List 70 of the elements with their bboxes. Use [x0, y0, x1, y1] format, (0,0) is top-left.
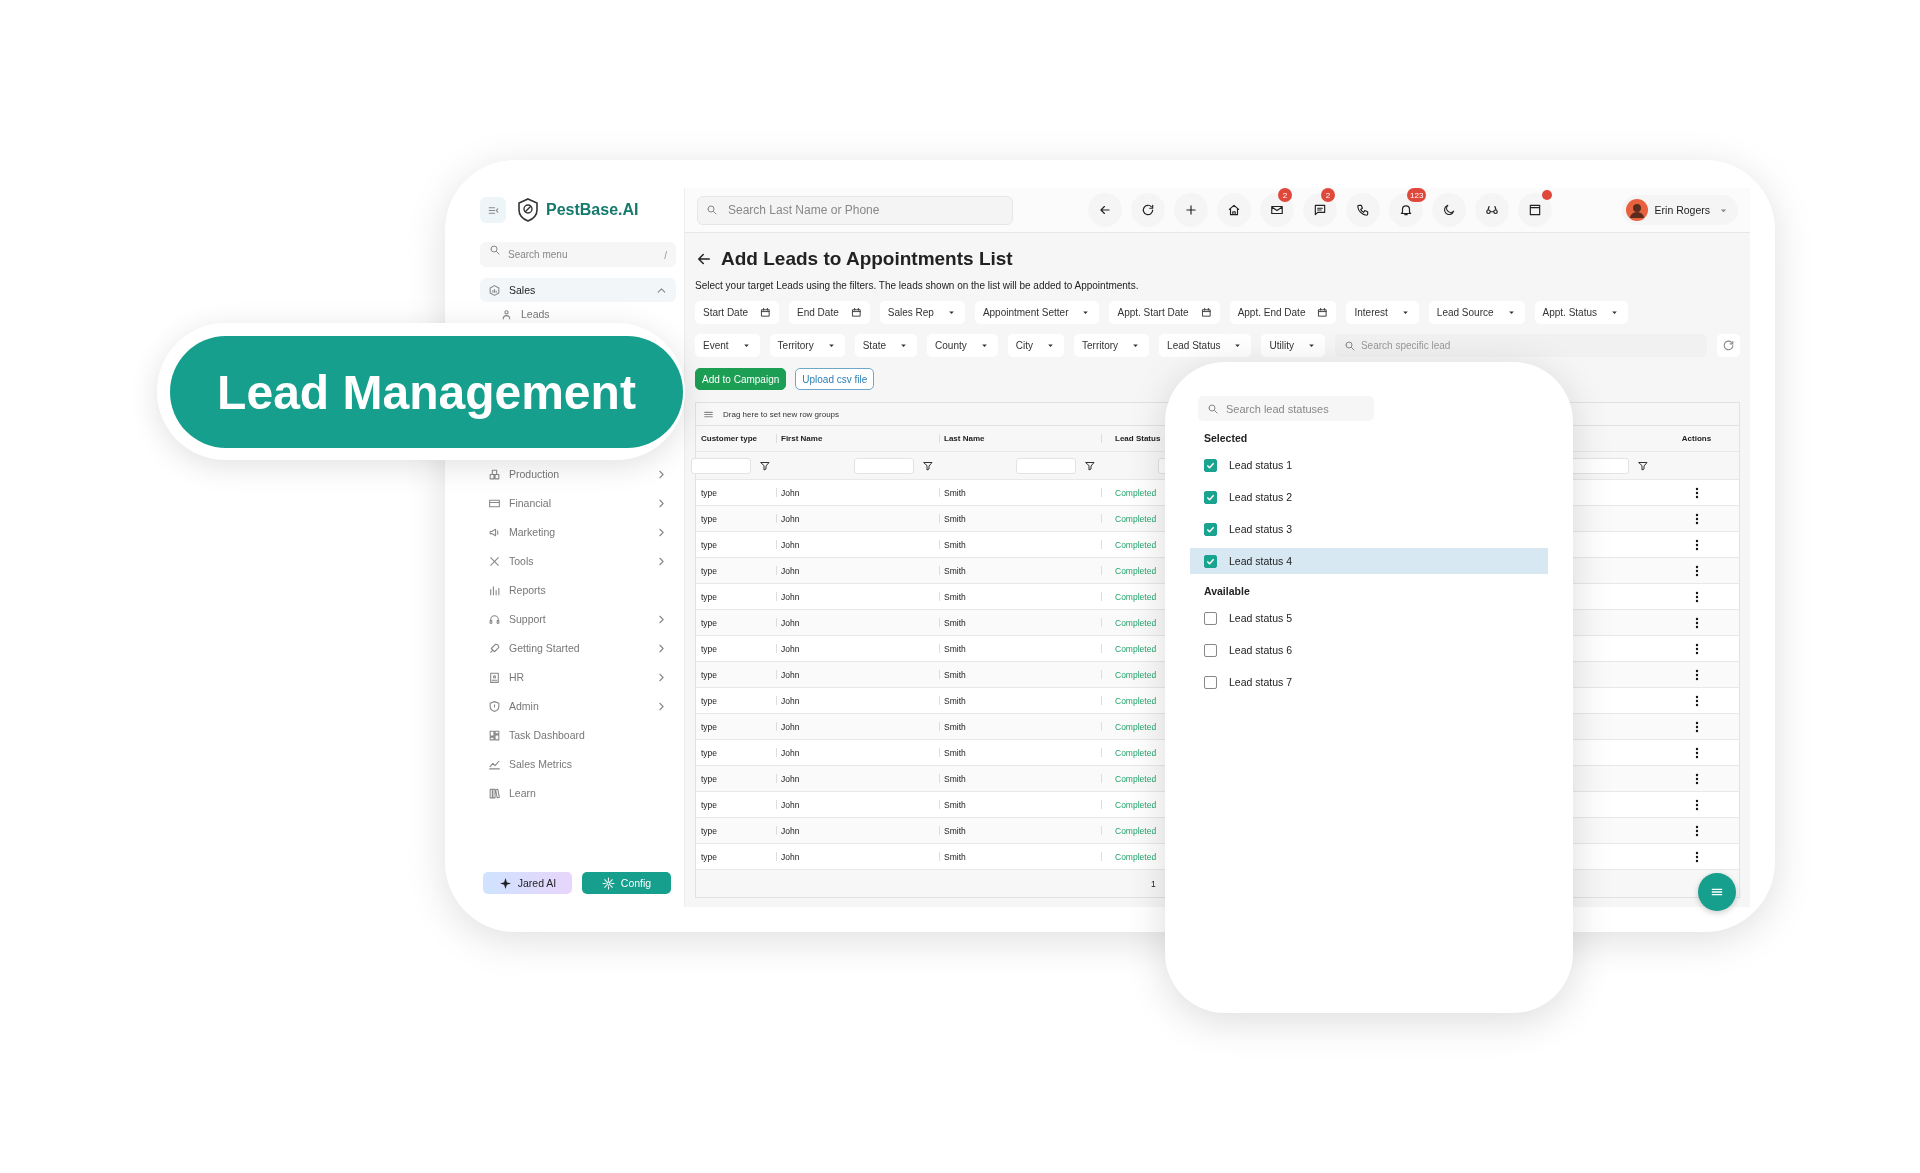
table-cell-text: type [700, 642, 719, 656]
status-text: Completed [1115, 851, 1157, 862]
table-cell-text: type [700, 538, 719, 552]
page-title: Add Leads to Appointments List [721, 248, 1013, 270]
status-text: Completed [1115, 825, 1157, 836]
count-badge: 2 [1321, 188, 1335, 202]
table-cell: John [776, 506, 939, 531]
table-cell-text: type [700, 798, 719, 812]
table-cell-text: type [700, 616, 719, 630]
table-cell-text: type [700, 668, 719, 682]
table-cell: Smith [939, 506, 1101, 531]
status-text: Completed [1115, 799, 1157, 810]
table-cell: John [776, 688, 939, 713]
page-description: Select your target Leads using the filters. The leads shown on the list will be added to Appointments. [695, 280, 1140, 291]
table-cell: Smith [939, 610, 1101, 635]
status-text: Completed [1115, 591, 1157, 602]
table-cell-text: type [700, 772, 719, 786]
table-cell: John [776, 818, 939, 843]
table-cell: John [776, 766, 939, 791]
table-cell-text: type [700, 590, 719, 604]
table-cell-text: type [700, 746, 719, 760]
status-text: Completed [1115, 695, 1157, 706]
table-cell: Smith [939, 714, 1101, 739]
section-heading: Available [1204, 585, 1251, 597]
shortcut-hint: / [664, 250, 667, 261]
table-cell: Smith [939, 688, 1101, 713]
table-cell: Smith [939, 792, 1101, 817]
table-cell: John [776, 844, 939, 869]
status-text: Completed [1115, 773, 1157, 784]
status-text: Completed [1115, 617, 1157, 628]
count-badge: 123 [1407, 188, 1427, 202]
table-cell: John [776, 532, 939, 557]
brand-name: PestBase.AI [546, 201, 639, 219]
table-cell-text: type [700, 512, 719, 526]
status-text: Completed [1115, 669, 1157, 680]
table-cell-text: type [700, 694, 719, 708]
table-cell-text: type [700, 720, 719, 734]
table-cell-text: type [700, 850, 719, 864]
table-cell-text: type [700, 824, 719, 838]
status-text: Completed [1115, 513, 1157, 524]
table-cell: Smith [939, 662, 1101, 687]
table-cell: Smith [939, 636, 1101, 661]
table-cell-text: type [700, 564, 719, 578]
table-cell: John [776, 740, 939, 765]
count-badge: 2 [1278, 188, 1292, 202]
table-cell-text: type [700, 486, 719, 500]
status-text: Completed [1115, 565, 1157, 576]
table-cell: Smith [939, 480, 1101, 505]
table-cell: Smith [939, 584, 1101, 609]
title-banner: Lead Management [170, 336, 683, 448]
table-cell: Smith [939, 532, 1101, 557]
table-cell: John [776, 610, 939, 635]
status-text: Completed [1115, 487, 1157, 498]
table-cell: John [776, 662, 939, 687]
status-text: Completed [1115, 747, 1157, 758]
table-cell: Smith [939, 844, 1101, 869]
table-cell: Smith [939, 818, 1101, 843]
table-cell: John [776, 584, 939, 609]
status-text: Completed [1115, 721, 1157, 732]
table-cell: Smith [939, 740, 1101, 765]
table-cell: John [776, 714, 939, 739]
status-text: Completed [1115, 539, 1157, 550]
table-cell: Smith [939, 558, 1101, 583]
table-cell: John [776, 558, 939, 583]
table-cell: John [776, 636, 939, 661]
table-cell: John [776, 792, 939, 817]
table-cell: John [776, 480, 939, 505]
status-text: Completed [1115, 643, 1157, 654]
section-heading: Selected [1204, 432, 1249, 444]
table-cell: Smith [939, 766, 1101, 791]
